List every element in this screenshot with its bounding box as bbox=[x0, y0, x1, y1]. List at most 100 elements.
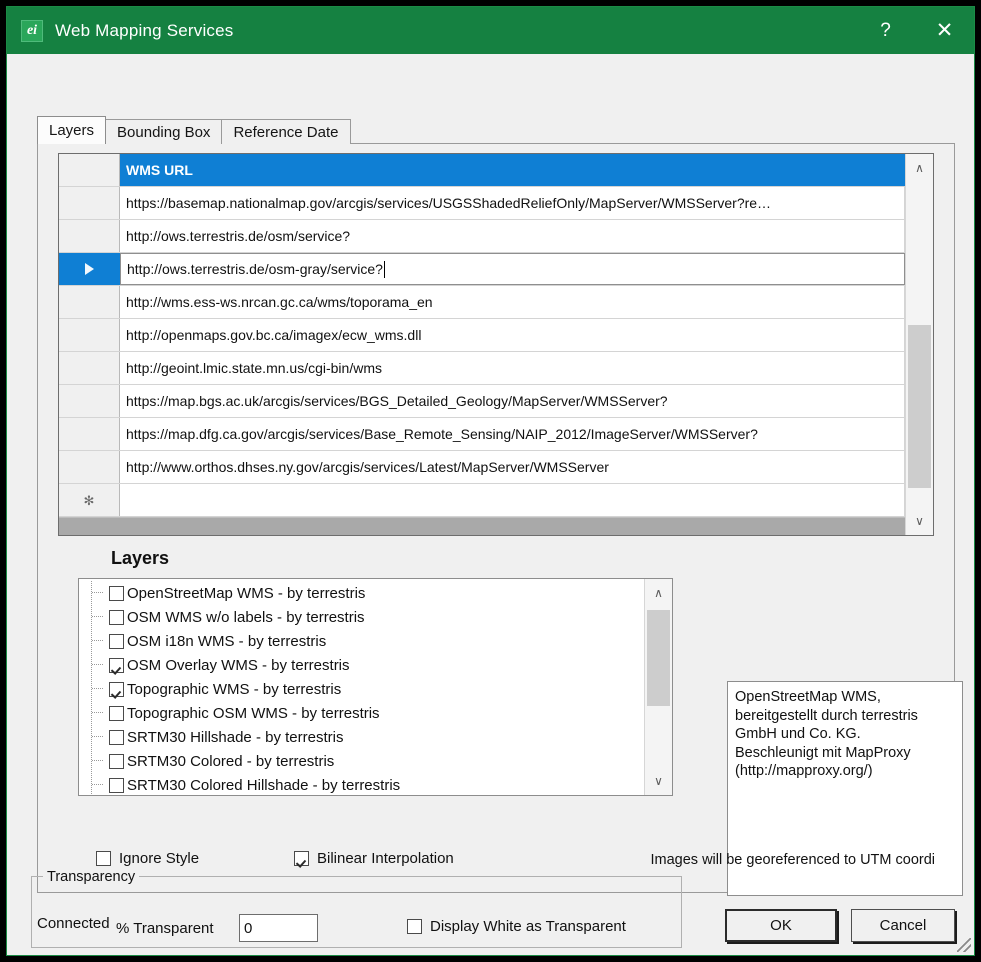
grid-header-wms-url[interactable]: WMS URL bbox=[120, 154, 905, 186]
layer-checkbox[interactable] bbox=[109, 682, 124, 697]
list-item[interactable]: OSM WMS w/o labels - by terrestris bbox=[79, 605, 644, 629]
tab-bounding-box[interactable]: Bounding Box bbox=[105, 119, 222, 144]
cell-wms-url[interactable]: https://map.bgs.ac.uk/arcgis/services/BG… bbox=[120, 385, 905, 417]
table-row[interactable]: https://map.bgs.ac.uk/arcgis/services/BG… bbox=[59, 385, 905, 418]
list-item[interactable]: OpenStreetMap WMS - by terrestris bbox=[79, 581, 644, 605]
list-item[interactable]: SRTM30 Colored Hillshade - by terrestris bbox=[79, 773, 644, 796]
layers-scroll-track[interactable] bbox=[645, 607, 672, 767]
tree-connector-icon bbox=[87, 653, 109, 677]
bilinear-interpolation-option[interactable]: Bilinear Interpolation bbox=[294, 850, 454, 867]
layers-section-title: Layers bbox=[111, 548, 169, 569]
list-item-label: Topographic WMS - by terrestris bbox=[127, 681, 341, 698]
row-selector-current[interactable] bbox=[59, 253, 120, 285]
help-button[interactable]: ? bbox=[856, 7, 915, 54]
tab-page-layers: WMS URL https://basemap.nationalmap.gov/… bbox=[37, 143, 955, 893]
cell-wms-url[interactable]: http://www.orthos.dhses.ny.gov/arcgis/se… bbox=[120, 451, 905, 483]
resize-grip[interactable] bbox=[957, 938, 971, 952]
scroll-down-icon[interactable]: ∨ bbox=[645, 767, 672, 795]
cell-wms-url-new[interactable] bbox=[120, 484, 905, 516]
layer-checkbox[interactable] bbox=[109, 586, 124, 601]
cell-wms-url[interactable]: http://ows.terrestris.de/osm/service? bbox=[120, 220, 905, 252]
table-row[interactable]: http://geoint.lmic.state.mn.us/cgi-bin/w… bbox=[59, 352, 905, 385]
tree-connector-icon bbox=[87, 773, 109, 796]
close-icon[interactable]: ✕ bbox=[915, 7, 974, 54]
layer-checkbox[interactable] bbox=[109, 634, 124, 649]
list-item[interactable]: OSM Overlay WMS - by terrestris bbox=[79, 653, 644, 677]
new-row-asterisk-icon: ✻ bbox=[84, 494, 95, 507]
scroll-up-icon[interactable]: ∧ bbox=[906, 154, 933, 182]
row-selector[interactable] bbox=[59, 451, 120, 483]
table-row-new[interactable]: ✻ bbox=[59, 484, 905, 517]
row-selector[interactable] bbox=[59, 286, 120, 318]
table-row[interactable]: https://basemap.nationalmap.gov/arcgis/s… bbox=[59, 187, 905, 220]
row-selector[interactable] bbox=[59, 418, 120, 450]
tree-connector-icon bbox=[87, 629, 109, 653]
wms-url-grid: WMS URL https://basemap.nationalmap.gov/… bbox=[58, 153, 934, 536]
grid-rows: WMS URL https://basemap.nationalmap.gov/… bbox=[59, 154, 905, 517]
ignore-style-checkbox[interactable] bbox=[96, 851, 111, 866]
tab-control: Layers Bounding Box Reference Date WMS U… bbox=[37, 116, 955, 893]
cell-wms-url-editing[interactable]: http://ows.terrestris.de/osm-gray/servic… bbox=[120, 253, 905, 285]
layer-checkbox[interactable] bbox=[109, 778, 124, 793]
transparency-legend: Transparency bbox=[43, 869, 139, 885]
table-row[interactable]: http://ows.terrestris.de/osm/service? bbox=[59, 220, 905, 253]
bilinear-interpolation-label: Bilinear Interpolation bbox=[317, 850, 454, 867]
row-selector[interactable] bbox=[59, 385, 120, 417]
layers-scroll-thumb[interactable] bbox=[647, 610, 670, 706]
grid-scroll-thumb[interactable] bbox=[908, 325, 931, 488]
ok-button[interactable]: OK bbox=[725, 909, 837, 942]
list-item[interactable]: Topographic OSM WMS - by terrestris bbox=[79, 701, 644, 725]
title-bar: ei Web Mapping Services ? ✕ bbox=[7, 7, 974, 54]
table-row-current[interactable]: http://ows.terrestris.de/osm-gray/servic… bbox=[59, 253, 905, 286]
ignore-style-option[interactable]: Ignore Style bbox=[96, 850, 199, 867]
cell-wms-url[interactable]: http://wms.ess-ws.nrcan.gc.ca/wms/topora… bbox=[120, 286, 905, 318]
grid-scroll-track[interactable] bbox=[906, 182, 933, 507]
list-item[interactable]: SRTM30 Hillshade - by terrestris bbox=[79, 725, 644, 749]
list-item-label: OSM Overlay WMS - by terrestris bbox=[127, 657, 350, 674]
row-selector[interactable] bbox=[59, 220, 120, 252]
layer-checkbox[interactable] bbox=[109, 754, 124, 769]
grid-horizontal-scrollbar[interactable] bbox=[59, 517, 905, 535]
layers-tree[interactable]: OpenStreetMap WMS - by terrestris OSM WM… bbox=[78, 578, 673, 796]
grid-header-row: WMS URL bbox=[59, 154, 905, 187]
scroll-down-icon[interactable]: ∨ bbox=[906, 507, 933, 535]
current-row-arrow-icon bbox=[85, 263, 94, 275]
window-title: Web Mapping Services bbox=[55, 21, 234, 41]
new-row-selector[interactable]: ✻ bbox=[59, 484, 120, 516]
grid-vertical-scrollbar[interactable]: ∧ ∨ bbox=[905, 154, 933, 535]
list-item[interactable]: SRTM30 Colored - by terrestris bbox=[79, 749, 644, 773]
table-row[interactable]: http://www.orthos.dhses.ny.gov/arcgis/se… bbox=[59, 451, 905, 484]
text-caret bbox=[384, 261, 385, 278]
cell-wms-url-text: http://ows.terrestris.de/osm-gray/servic… bbox=[127, 261, 383, 277]
row-selector[interactable] bbox=[59, 319, 120, 351]
cell-wms-url[interactable]: http://geoint.lmic.state.mn.us/cgi-bin/w… bbox=[120, 352, 905, 384]
tree-connector-icon bbox=[87, 701, 109, 725]
grid-inner: WMS URL https://basemap.nationalmap.gov/… bbox=[59, 154, 905, 535]
dialog-window: ei Web Mapping Services ? ✕ Layers Bound… bbox=[6, 6, 975, 956]
layer-checkbox[interactable] bbox=[109, 706, 124, 721]
cancel-button[interactable]: Cancel bbox=[851, 909, 955, 942]
list-item-label: SRTM30 Colored Hillshade - by terrestris bbox=[127, 777, 400, 794]
row-selector[interactable] bbox=[59, 187, 120, 219]
table-row[interactable]: http://openmaps.gov.bc.ca/imagex/ecw_wms… bbox=[59, 319, 905, 352]
table-row[interactable]: https://map.dfg.ca.gov/arcgis/services/B… bbox=[59, 418, 905, 451]
list-item-label: SRTM30 Colored - by terrestris bbox=[127, 753, 334, 770]
tab-layers[interactable]: Layers bbox=[37, 116, 106, 144]
cell-wms-url[interactable]: https://map.dfg.ca.gov/arcgis/services/B… bbox=[120, 418, 905, 450]
bilinear-interpolation-checkbox[interactable] bbox=[294, 851, 309, 866]
layers-vertical-scrollbar[interactable]: ∧ ∨ bbox=[644, 579, 672, 795]
cell-wms-url[interactable]: http://openmaps.gov.bc.ca/imagex/ecw_wms… bbox=[120, 319, 905, 351]
cell-wms-url[interactable]: https://basemap.nationalmap.gov/arcgis/s… bbox=[120, 187, 905, 219]
layer-checkbox[interactable] bbox=[109, 730, 124, 745]
scroll-up-icon[interactable]: ∧ bbox=[645, 579, 672, 607]
layer-checkbox[interactable] bbox=[109, 610, 124, 625]
list-item[interactable]: Topographic WMS - by terrestris bbox=[79, 677, 644, 701]
table-row[interactable]: http://wms.ess-ws.nrcan.gc.ca/wms/topora… bbox=[59, 286, 905, 319]
layer-checkbox[interactable] bbox=[109, 658, 124, 673]
row-selector[interactable] bbox=[59, 352, 120, 384]
dialog-body: Layers Bounding Box Reference Date WMS U… bbox=[7, 54, 974, 955]
dialog-footer: Connected OK Cancel bbox=[7, 899, 974, 955]
tab-reference-date[interactable]: Reference Date bbox=[221, 119, 350, 144]
list-item-label: SRTM30 Hillshade - by terrestris bbox=[127, 729, 343, 746]
list-item[interactable]: OSM i18n WMS - by terrestris bbox=[79, 629, 644, 653]
